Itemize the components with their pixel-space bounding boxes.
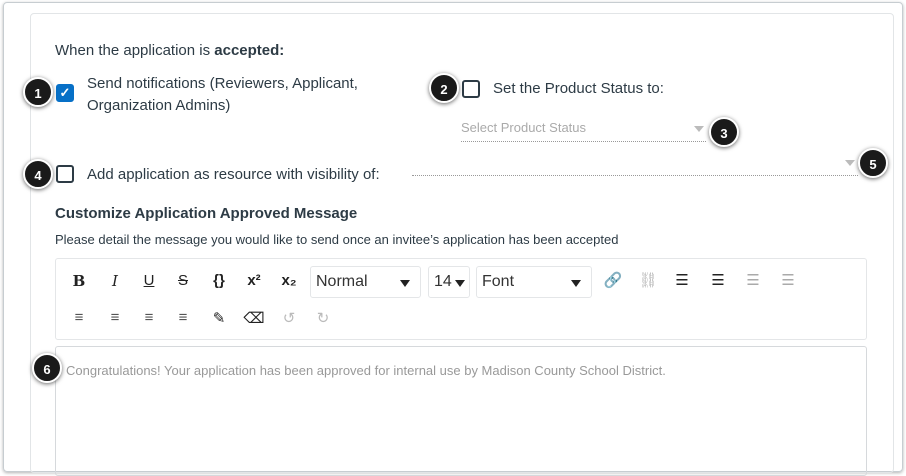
send-notifications-label: Send notifications (Reviewers, Applicant…: [87, 73, 358, 117]
undo-icon[interactable]: ↺: [277, 309, 301, 327]
product-status-select[interactable]: Select Product Status: [461, 120, 706, 142]
chevron-down-icon: [845, 160, 855, 166]
chevron-down-icon: [694, 126, 704, 132]
align-left-icon[interactable]: ≡: [67, 309, 91, 326]
redo-icon[interactable]: ↻: [311, 309, 335, 327]
clear-format-icon[interactable]: ⌫: [242, 309, 266, 327]
italic-button[interactable]: I: [103, 272, 127, 290]
font-value: Font: [482, 273, 515, 290]
format-select[interactable]: Normal: [310, 266, 421, 298]
callout-badge-6: 6: [32, 353, 62, 383]
underline-button[interactable]: U: [137, 272, 161, 289]
editor-toolbar: B I U S {} x² x₂ Normal 14 Font 🔗 ⛓ ☰ ☰ …: [55, 258, 867, 340]
justify-icon[interactable]: ≡: [171, 309, 195, 326]
indent-icon[interactable]: ☰: [741, 271, 765, 289]
size-select[interactable]: 14: [428, 266, 470, 298]
link-icon[interactable]: 🔗: [601, 271, 625, 289]
bold-button[interactable]: B: [67, 272, 91, 290]
subscript-button[interactable]: x₂: [277, 272, 301, 289]
message-editor[interactable]: Congratulations! Your application has be…: [55, 346, 867, 476]
format-value: Normal: [316, 273, 368, 290]
editor-content: Congratulations! Your application has be…: [66, 363, 666, 378]
outdent-icon[interactable]: ☰: [776, 271, 800, 289]
message-description: Please detail the message you would like…: [55, 232, 619, 247]
callout-badge-5: 5: [858, 148, 888, 178]
label-line2: Organization Admins): [87, 97, 231, 114]
callout-badge-1: 1: [23, 77, 53, 107]
align-right-icon[interactable]: ≡: [137, 309, 161, 326]
label-line1: Send notifications (Reviewers, Applicant…: [87, 75, 358, 92]
size-value: 14: [434, 273, 452, 290]
message-title: Customize Application Approved Message: [55, 205, 358, 222]
align-center-icon[interactable]: ≡: [103, 309, 127, 326]
resource-label: Add application as resource with visibil…: [87, 166, 380, 183]
strikethrough-button[interactable]: S: [171, 272, 195, 289]
product-status-label: Set the Product Status to:: [493, 80, 664, 97]
caret-down-icon: [571, 280, 581, 287]
superscript-button[interactable]: x²: [242, 272, 266, 289]
code-button[interactable]: {}: [207, 272, 231, 289]
caret-down-icon: [400, 280, 410, 287]
product-status-placeholder: Select Product Status: [461, 120, 587, 135]
text-color-icon[interactable]: ✎: [207, 309, 231, 327]
font-select[interactable]: Font: [476, 266, 592, 298]
product-status-checkbox[interactable]: [462, 80, 480, 98]
unlink-icon[interactable]: ⛓: [636, 271, 660, 289]
callout-badge-2: 2: [429, 73, 459, 103]
visibility-select[interactable]: [412, 160, 858, 176]
callout-badge-3: 3: [709, 117, 739, 147]
send-notifications-checkbox[interactable]: ✓: [56, 84, 74, 102]
resource-checkbox[interactable]: [56, 165, 74, 183]
heading-text: When the application is: [55, 42, 215, 59]
heading-bold: accepted:: [214, 42, 285, 59]
accepted-heading: When the application is accepted:: [55, 42, 284, 59]
numbered-list-icon[interactable]: ☰: [706, 271, 730, 289]
bulleted-list-icon[interactable]: ☰: [670, 271, 694, 289]
callout-badge-4: 4: [23, 159, 53, 189]
caret-down-icon: [455, 280, 465, 287]
